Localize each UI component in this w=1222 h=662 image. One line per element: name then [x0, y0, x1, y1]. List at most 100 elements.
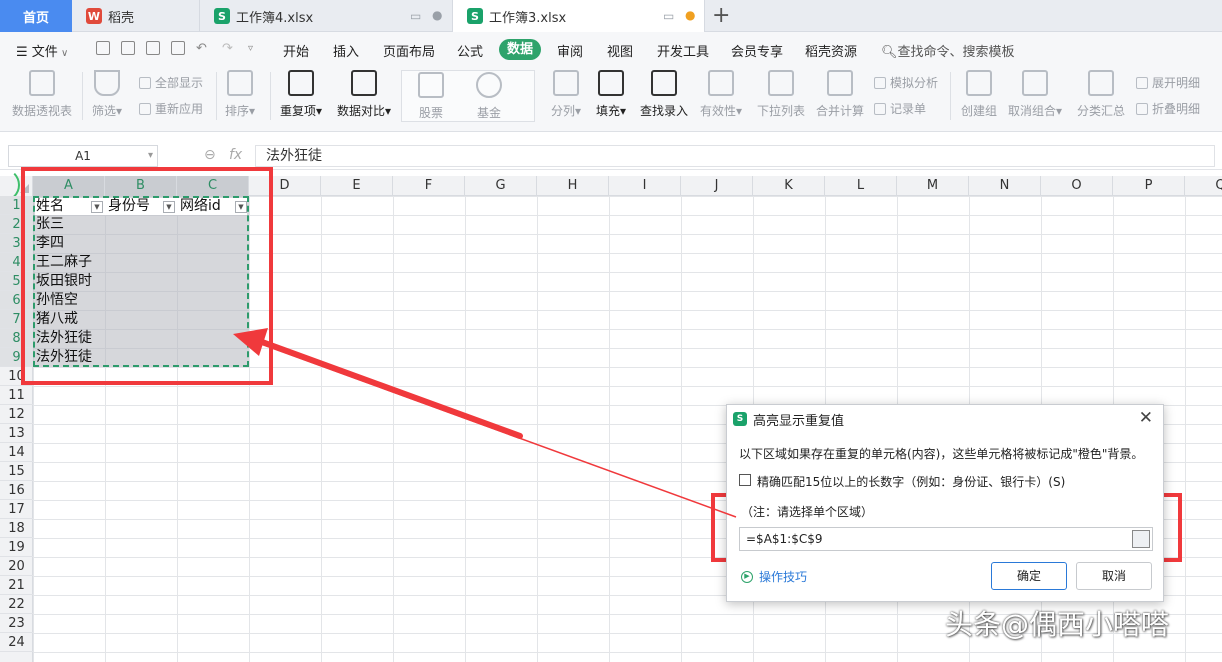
unsaved-dot-icon[interactable]: ● — [685, 8, 695, 22]
column-header-h[interactable]: H — [537, 176, 609, 196]
command-search[interactable]: 🔍︎查找命令、搜索模板 — [881, 41, 1015, 60]
redo-icon[interactable]: ↷ — [222, 41, 233, 56]
menu-formula[interactable]: 公式 — [457, 41, 483, 60]
sheet-icon: S — [214, 8, 230, 24]
row-header-22[interactable]: 22 — [0, 595, 33, 614]
file-menu[interactable]: ☰ 文件 ∨ — [16, 41, 68, 60]
row-header-14[interactable]: 14 — [0, 443, 33, 462]
row-header-13[interactable]: 13 — [0, 424, 33, 443]
more-icon[interactable]: ▿ — [248, 43, 253, 54]
column-header-e[interactable]: E — [321, 176, 393, 196]
column-header-q[interactable]: Q — [1185, 176, 1222, 196]
search-icon: 🔍︎ — [881, 45, 898, 60]
long-number-checkbox[interactable] — [739, 474, 751, 486]
menu-dev-tools[interactable]: 开发工具 — [657, 41, 709, 60]
collapse-detail-button[interactable]: 折叠明细 — [1136, 100, 1200, 117]
fund-button[interactable]: 基金 — [476, 72, 502, 121]
row-header-11[interactable]: 11 — [0, 386, 33, 405]
export-icon[interactable] — [121, 41, 135, 55]
range-input[interactable]: =$A$1:$C$9 — [739, 527, 1153, 551]
lookup-label: 查找录入 — [640, 104, 689, 118]
dropdown-list-button[interactable]: 下拉列表 — [757, 70, 805, 119]
row-header-12[interactable]: 12 — [0, 405, 33, 424]
lookup-entry-button[interactable]: 查找录入 — [640, 70, 688, 119]
menu-start[interactable]: 开始 — [283, 41, 309, 60]
duplicates-button[interactable]: 重复项▾ — [280, 70, 322, 119]
divider — [216, 72, 217, 120]
tab-daoke[interactable]: W 稻壳 — [72, 0, 200, 32]
simulate-label: 模拟分析 — [890, 76, 939, 90]
tab-close-dot-icon[interactable]: ● — [432, 8, 442, 22]
row-header-18[interactable]: 18 — [0, 519, 33, 538]
row-header-20[interactable]: 20 — [0, 557, 33, 576]
spreadsheet-app: 首页 W 稻壳 S 工作簿4.xlsx ▭ ● S 工作簿3.xlsx ▭ ● … — [0, 0, 1222, 662]
validity-button[interactable]: 有效性▾ — [700, 70, 742, 119]
ok-button[interactable]: 确定 — [991, 562, 1067, 590]
record-form-button[interactable]: 记录单 — [874, 100, 926, 117]
compare-icon — [351, 70, 378, 96]
pivot-table-button[interactable]: 数据透视表 — [12, 70, 72, 119]
show-all-button[interactable]: 全部显示 — [139, 74, 203, 91]
row-header-15[interactable]: 15 — [0, 462, 33, 481]
create-group-button[interactable]: 创建组 — [961, 70, 997, 119]
simulate-analysis-button[interactable]: 模拟分析 — [874, 74, 938, 91]
menu-data[interactable]: 数据 — [499, 39, 541, 60]
sheet-icon: S — [467, 8, 483, 24]
name-box[interactable]: A1 — [8, 145, 158, 167]
column-header-k[interactable]: K — [753, 176, 825, 196]
menu-view[interactable]: 视图 — [607, 41, 633, 60]
row-header-23[interactable]: 23 — [0, 614, 33, 633]
range-select-icon[interactable] — [1132, 530, 1150, 548]
stock-button[interactable]: 股票 — [418, 72, 444, 121]
cancel-button[interactable]: 取消 — [1076, 562, 1152, 590]
window-icon[interactable]: ▭ — [410, 9, 421, 23]
column-header-j[interactable]: J — [681, 176, 753, 196]
checkbox-label: 精确匹配15位以上的长数字（例如：身份证、银行卡）(S) — [757, 475, 1066, 489]
formula-bar: A1 ⊖ fx 法外狂徒 — [0, 142, 1222, 170]
zoom-icon[interactable]: ⊖ — [204, 147, 216, 163]
data-compare-button[interactable]: 数据对比▾ — [337, 70, 391, 119]
add-tab-icon[interactable]: + — [712, 3, 730, 28]
menu-insert[interactable]: 插入 — [333, 41, 359, 60]
column-header-m[interactable]: M — [897, 176, 969, 196]
column-header-o[interactable]: O — [1041, 176, 1113, 196]
column-header-g[interactable]: G — [465, 176, 537, 196]
column-header-n[interactable]: N — [969, 176, 1041, 196]
column-header-p[interactable]: P — [1113, 176, 1185, 196]
menu-page-layout[interactable]: 页面布局 — [383, 41, 435, 60]
close-icon[interactable]: ✕ — [1139, 408, 1153, 428]
undo-icon[interactable]: ↶ — [196, 41, 207, 56]
tab-doc-1[interactable]: S 工作簿4.xlsx ▭ ● — [200, 0, 453, 32]
row-header-21[interactable]: 21 — [0, 576, 33, 595]
reapply-button[interactable]: 重新应用 — [139, 100, 203, 117]
menu-daoke-res[interactable]: 稻壳资源 — [805, 41, 857, 60]
print-icon[interactable] — [146, 41, 160, 55]
save-icon[interactable] — [96, 41, 110, 55]
column-header-i[interactable]: I — [609, 176, 681, 196]
row-header-19[interactable]: 19 — [0, 538, 33, 557]
column-header-l[interactable]: L — [825, 176, 897, 196]
split-button[interactable]: 分列▾ — [551, 70, 581, 119]
window-icon[interactable]: ▭ — [663, 9, 674, 23]
fill-button[interactable]: 填充▾ — [596, 70, 626, 119]
subtotal-button[interactable]: 分类汇总 — [1077, 70, 1125, 119]
row-header-24[interactable]: 24 — [0, 633, 33, 652]
menu-member[interactable]: 会员专享 — [731, 41, 783, 60]
consolidate-button[interactable]: 合并计算 — [816, 70, 864, 119]
menu-review[interactable]: 审阅 — [557, 41, 583, 60]
tips-link[interactable]: ▶ 操作技巧 — [741, 568, 807, 585]
formula-input[interactable]: 法外狂徒 — [255, 145, 1215, 167]
dialog-title: 高亮显示重复值 — [753, 413, 845, 429]
ungroup-button[interactable]: 取消组合▾ — [1008, 70, 1062, 119]
filter-button[interactable]: 筛选▾ — [92, 70, 122, 119]
tab-doc-2[interactable]: S 工作簿3.xlsx ▭ ● — [453, 0, 705, 32]
expand-detail-button[interactable]: 展开明细 — [1136, 74, 1200, 91]
tab-home[interactable]: 首页 — [0, 0, 72, 32]
consolidate-label: 合并计算 — [816, 104, 865, 118]
sort-button[interactable]: 排序▾ — [225, 70, 255, 119]
fx-icon[interactable]: fx — [229, 147, 242, 163]
column-header-f[interactable]: F — [393, 176, 465, 196]
row-header-17[interactable]: 17 — [0, 500, 33, 519]
preview-icon[interactable] — [171, 41, 185, 55]
row-header-16[interactable]: 16 — [0, 481, 33, 500]
